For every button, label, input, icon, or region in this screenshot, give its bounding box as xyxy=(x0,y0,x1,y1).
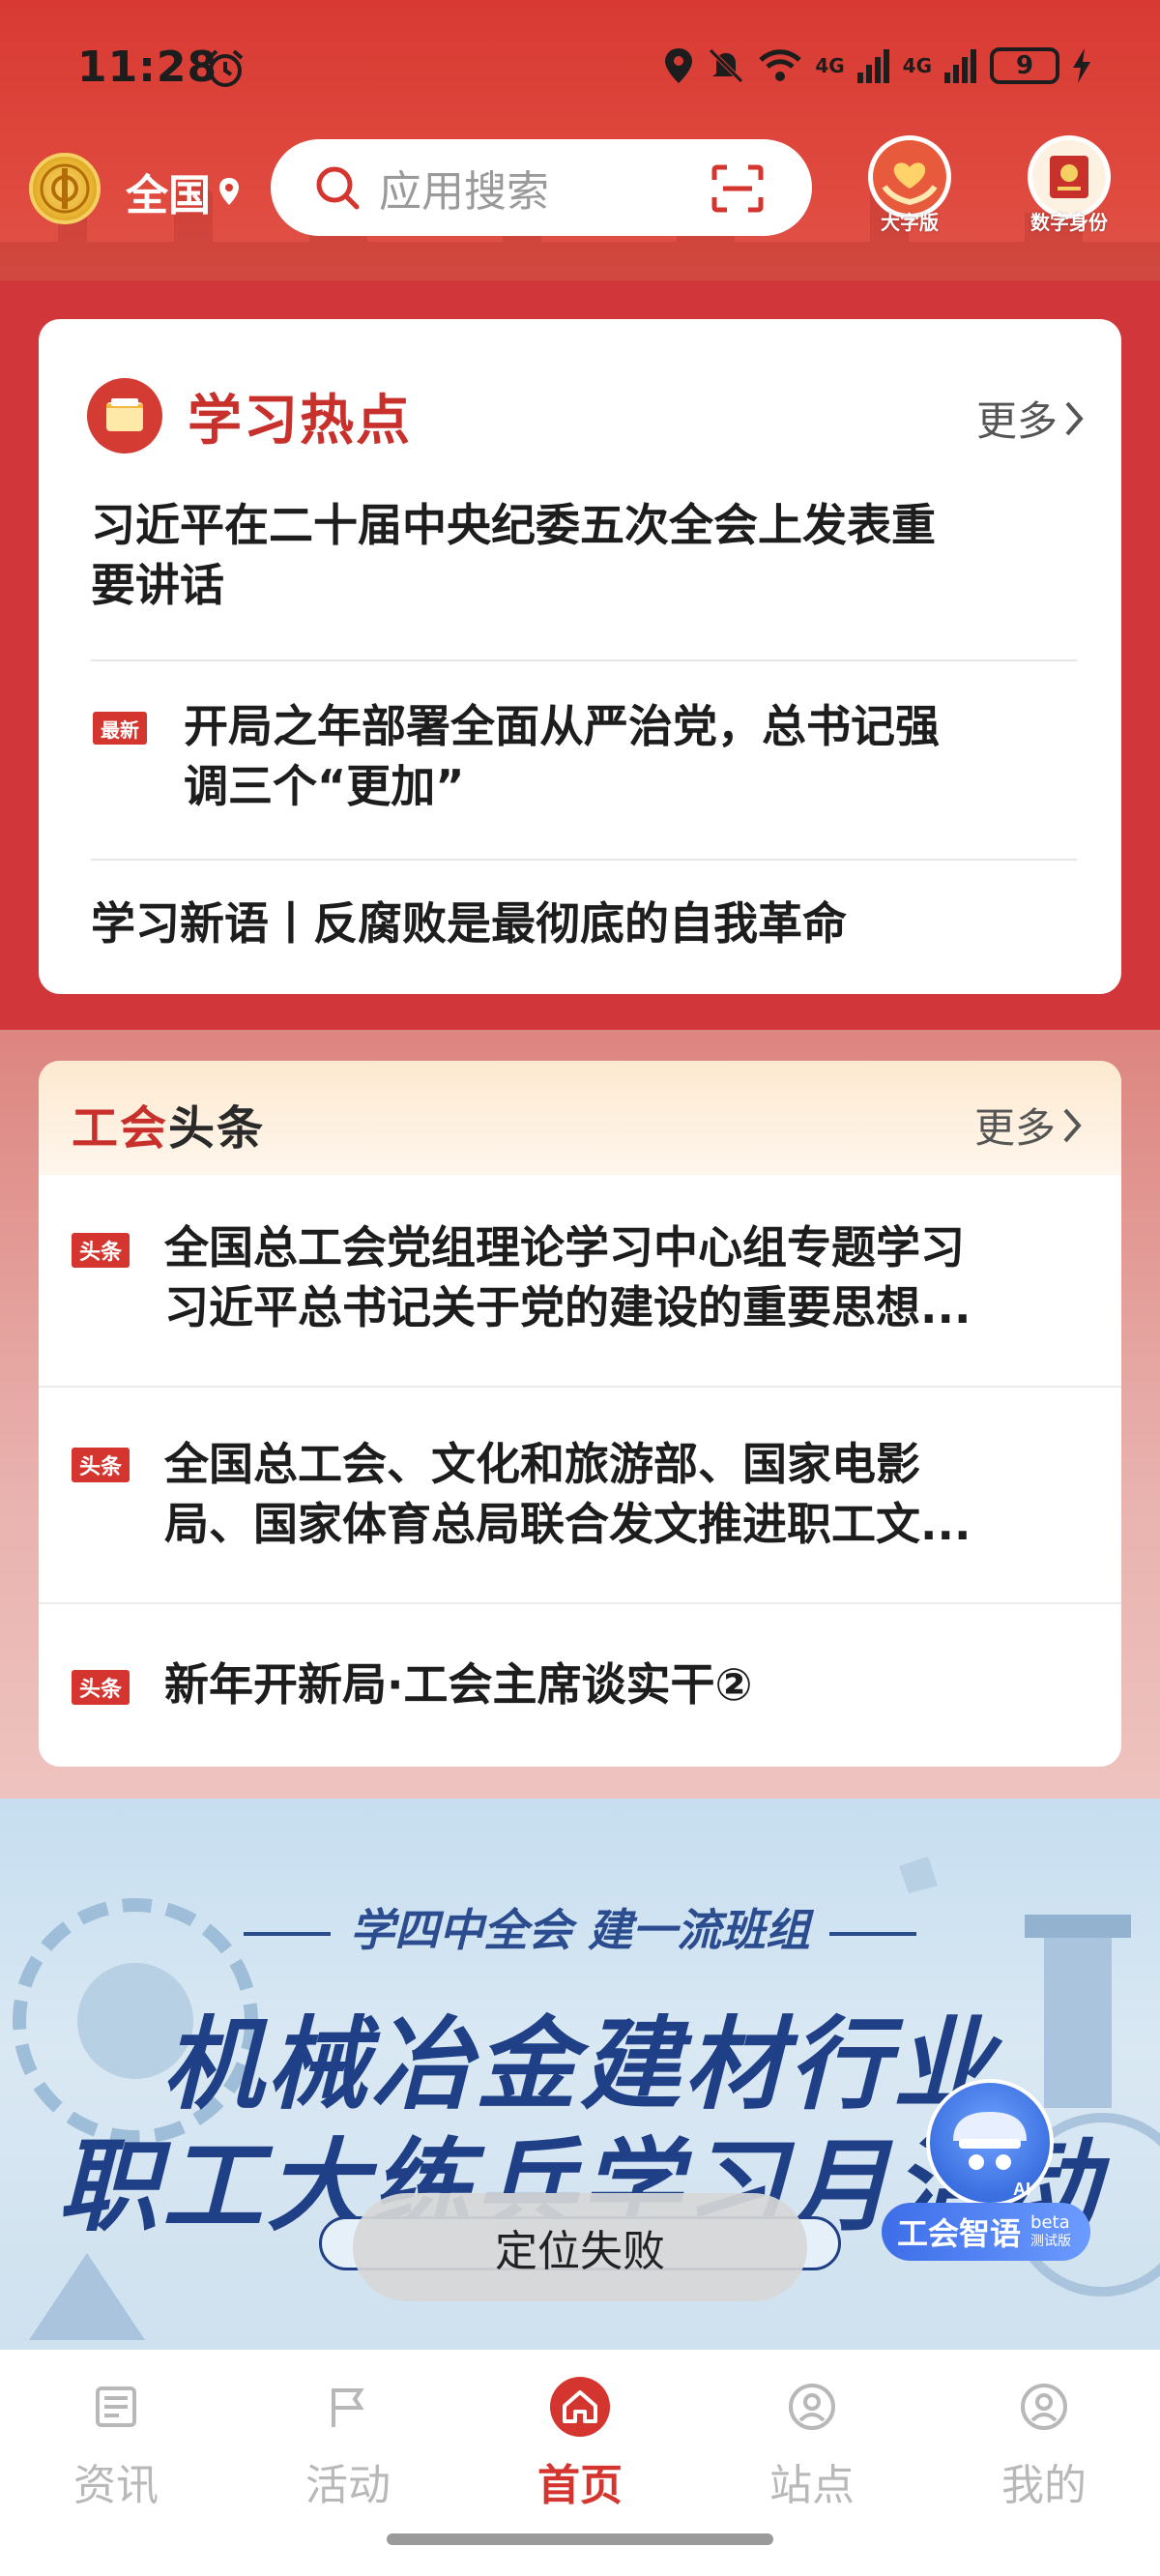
tab-home[interactable]: 首页 xyxy=(512,2373,648,2512)
banner-subtitle-text: 学四中全会 建一流班组 xyxy=(349,1904,810,1956)
headline-tag: 头条 xyxy=(72,1448,130,1482)
status-time: 11:28 xyxy=(77,43,218,92)
charging-bolt-icon xyxy=(1073,48,1090,83)
location-icon xyxy=(744,2373,880,2441)
latest-tag: 最新 xyxy=(93,712,147,745)
union-emblem-icon xyxy=(40,163,90,214)
item-text-line: 全国总工会党组理论学习中心组专题学习 xyxy=(164,1221,965,1273)
headline-item[interactable]: 全国总工会、文化和旅游部、国家电影 局、国家体育总局联合发文推进职工文... xyxy=(164,1434,1092,1554)
location-failed-toast: 定位失败 xyxy=(353,2193,807,2301)
title-part: 头条 xyxy=(168,1101,266,1156)
item-text-line: 新年开新局·工会主席谈实干② xyxy=(164,1658,753,1711)
flag-icon xyxy=(280,2373,416,2441)
ai-assistant-name: 工会智语 xyxy=(897,2215,1022,2252)
study-hotspot-section: 学习热点 更多 习近平在二十届中央纪委五次全会上发表重 要讲话 最新 开局之年部… xyxy=(0,280,1160,1030)
item-text-line: 局、国家体育总局联合发文推进职工文... xyxy=(164,1498,972,1550)
location-pin-icon xyxy=(219,178,239,205)
union-headlines-header: 工会头条 更多 xyxy=(39,1061,1121,1175)
item-text-line: 全国总工会、文化和旅游部、国家电影 xyxy=(164,1438,920,1490)
wifi-icon xyxy=(759,49,802,81)
item-text-line: 学习新语丨反腐败是最彻底的自我革命 xyxy=(91,897,847,950)
home-icon xyxy=(512,2373,648,2441)
union-headlines-more-link[interactable]: 更多 xyxy=(974,1096,1083,1155)
network-type-2: 4G xyxy=(902,54,932,77)
item-text-line: 开局之年部署全面从严治党，总书记强 xyxy=(184,700,940,752)
ai-assistant-label: 工会智语 beta 测试版 xyxy=(882,2203,1090,2261)
union-headlines-card: 工会头条 更多 头条 全国总工会党组理论学习中心组专题学习 习近平总书记关于党的… xyxy=(39,1061,1121,1767)
study-hotspot-item[interactable]: 开局之年部署全面从严治党，总书记强 调三个“更加” xyxy=(184,696,1083,816)
search-icon xyxy=(316,166,360,210)
robot-avatar-icon: AI xyxy=(926,2079,1054,2207)
more-label: 更多 xyxy=(973,1104,1056,1152)
study-hotspot-item[interactable]: 习近平在二十届中央纪委五次全会上发表重 要讲话 xyxy=(91,495,1077,615)
home-indicator[interactable] xyxy=(387,2533,773,2545)
headline-tag: 头条 xyxy=(72,1233,130,1268)
region-selector[interactable]: 全国 xyxy=(126,161,242,222)
divider xyxy=(39,1602,1121,1604)
search-input[interactable]: 应用搜索 xyxy=(271,139,812,236)
headline-tag: 头条 xyxy=(72,1670,130,1705)
union-emblem-logo[interactable] xyxy=(29,153,101,224)
news-icon xyxy=(48,2373,184,2441)
status-bar: 11:28 4G 4G 9 xyxy=(0,0,1160,135)
tab-label: 我的 xyxy=(1001,2461,1087,2510)
beta-text: beta xyxy=(1030,2211,1070,2233)
app-header: 11:28 4G 4G 9 全国 应用搜索 大字版 数字身份 xyxy=(0,0,1160,280)
tab-label: 站点 xyxy=(769,2461,855,2510)
tab-stations[interactable]: 站点 xyxy=(744,2373,880,2512)
tab-label: 活动 xyxy=(305,2461,391,2510)
item-text-line: 习近平在二十届中央纪委五次全会上发表重 xyxy=(91,499,936,551)
study-hotspot-item[interactable]: 学习新语丨反腐败是最彻底的自我革命 xyxy=(91,893,1077,953)
digital-identity-button[interactable]: 数字身份 xyxy=(1025,135,1114,235)
headline-item[interactable]: 新年开新局·工会主席谈实干② xyxy=(164,1654,1092,1714)
beta-sub-text: 测试版 xyxy=(1030,2233,1072,2249)
large-font-mode-button[interactable]: 大字版 xyxy=(865,135,954,235)
divider xyxy=(39,1386,1121,1388)
title-part: 工会 xyxy=(72,1101,169,1156)
tab-profile[interactable]: 我的 xyxy=(976,2373,1112,2512)
scan-icon[interactable] xyxy=(711,164,764,213)
divider xyxy=(91,659,1077,661)
item-text-line: 要讲话 xyxy=(91,559,224,611)
rule-left xyxy=(243,1931,331,1936)
item-text-line: 调三个“更加” xyxy=(184,760,465,812)
status-icons: 4G 4G 9 xyxy=(662,46,1092,85)
chevron-right-icon xyxy=(1063,1108,1082,1142)
top-bar: 全国 应用搜索 大字版 数字身份 xyxy=(0,135,1160,251)
more-label: 更多 xyxy=(975,397,1058,445)
battery-indicator: 9 xyxy=(990,47,1059,84)
signal-icon xyxy=(944,49,976,83)
ai-beta-badge: beta 测试版 xyxy=(1030,2211,1072,2250)
quick-link-label: 数字身份 xyxy=(1030,211,1108,234)
bell-muted-icon xyxy=(709,48,744,83)
study-hotspot-header: 学习热点 xyxy=(87,377,412,454)
battery-level: 9 xyxy=(1015,51,1034,80)
chevron-right-icon xyxy=(1065,401,1084,435)
study-hotspot-more-link[interactable]: 更多 xyxy=(976,389,1085,448)
union-headlines-title: 工会头条 xyxy=(72,1090,265,1157)
book-icon xyxy=(87,378,162,454)
study-hotspot-card: 学习热点 更多 习近平在二十届中央纪委五次全会上发表重 要讲话 最新 开局之年部… xyxy=(39,319,1121,994)
tab-activities[interactable]: 活动 xyxy=(280,2373,416,2512)
tab-news[interactable]: 资讯 xyxy=(48,2373,184,2512)
ai-assistant-button[interactable]: AI 工会智语 beta 测试版 xyxy=(882,2079,1094,2272)
banner-subtitle: 学四中全会 建一流班组 xyxy=(0,1895,1160,1959)
location-pin-icon xyxy=(665,48,693,83)
item-text-line: 习近平总书记关于党的建设的重要思想... xyxy=(164,1281,972,1333)
tab-label: 首页 xyxy=(537,2461,623,2510)
search-placeholder: 应用搜索 xyxy=(379,167,549,217)
tab-label: 资讯 xyxy=(73,2461,159,2510)
network-type-1: 4G xyxy=(815,54,845,77)
signal-icon xyxy=(856,49,889,83)
user-icon xyxy=(976,2373,1112,2441)
ai-tag: AI xyxy=(1013,2180,1030,2199)
study-hotspot-title: 学习热点 xyxy=(188,388,412,453)
quick-link-label: 大字版 xyxy=(881,211,939,234)
region-label: 全国 xyxy=(126,171,211,220)
divider xyxy=(91,859,1077,861)
alarm-clock-icon xyxy=(207,49,244,87)
headline-item[interactable]: 全国总工会党组理论学习中心组专题学习 习近平总书记关于党的建设的重要思想... xyxy=(164,1217,1092,1337)
union-headlines-section: 工会头条 更多 头条 全国总工会党组理论学习中心组专题学习 习近平总书记关于党的… xyxy=(0,1030,1160,1799)
rule-right xyxy=(829,1931,916,1936)
